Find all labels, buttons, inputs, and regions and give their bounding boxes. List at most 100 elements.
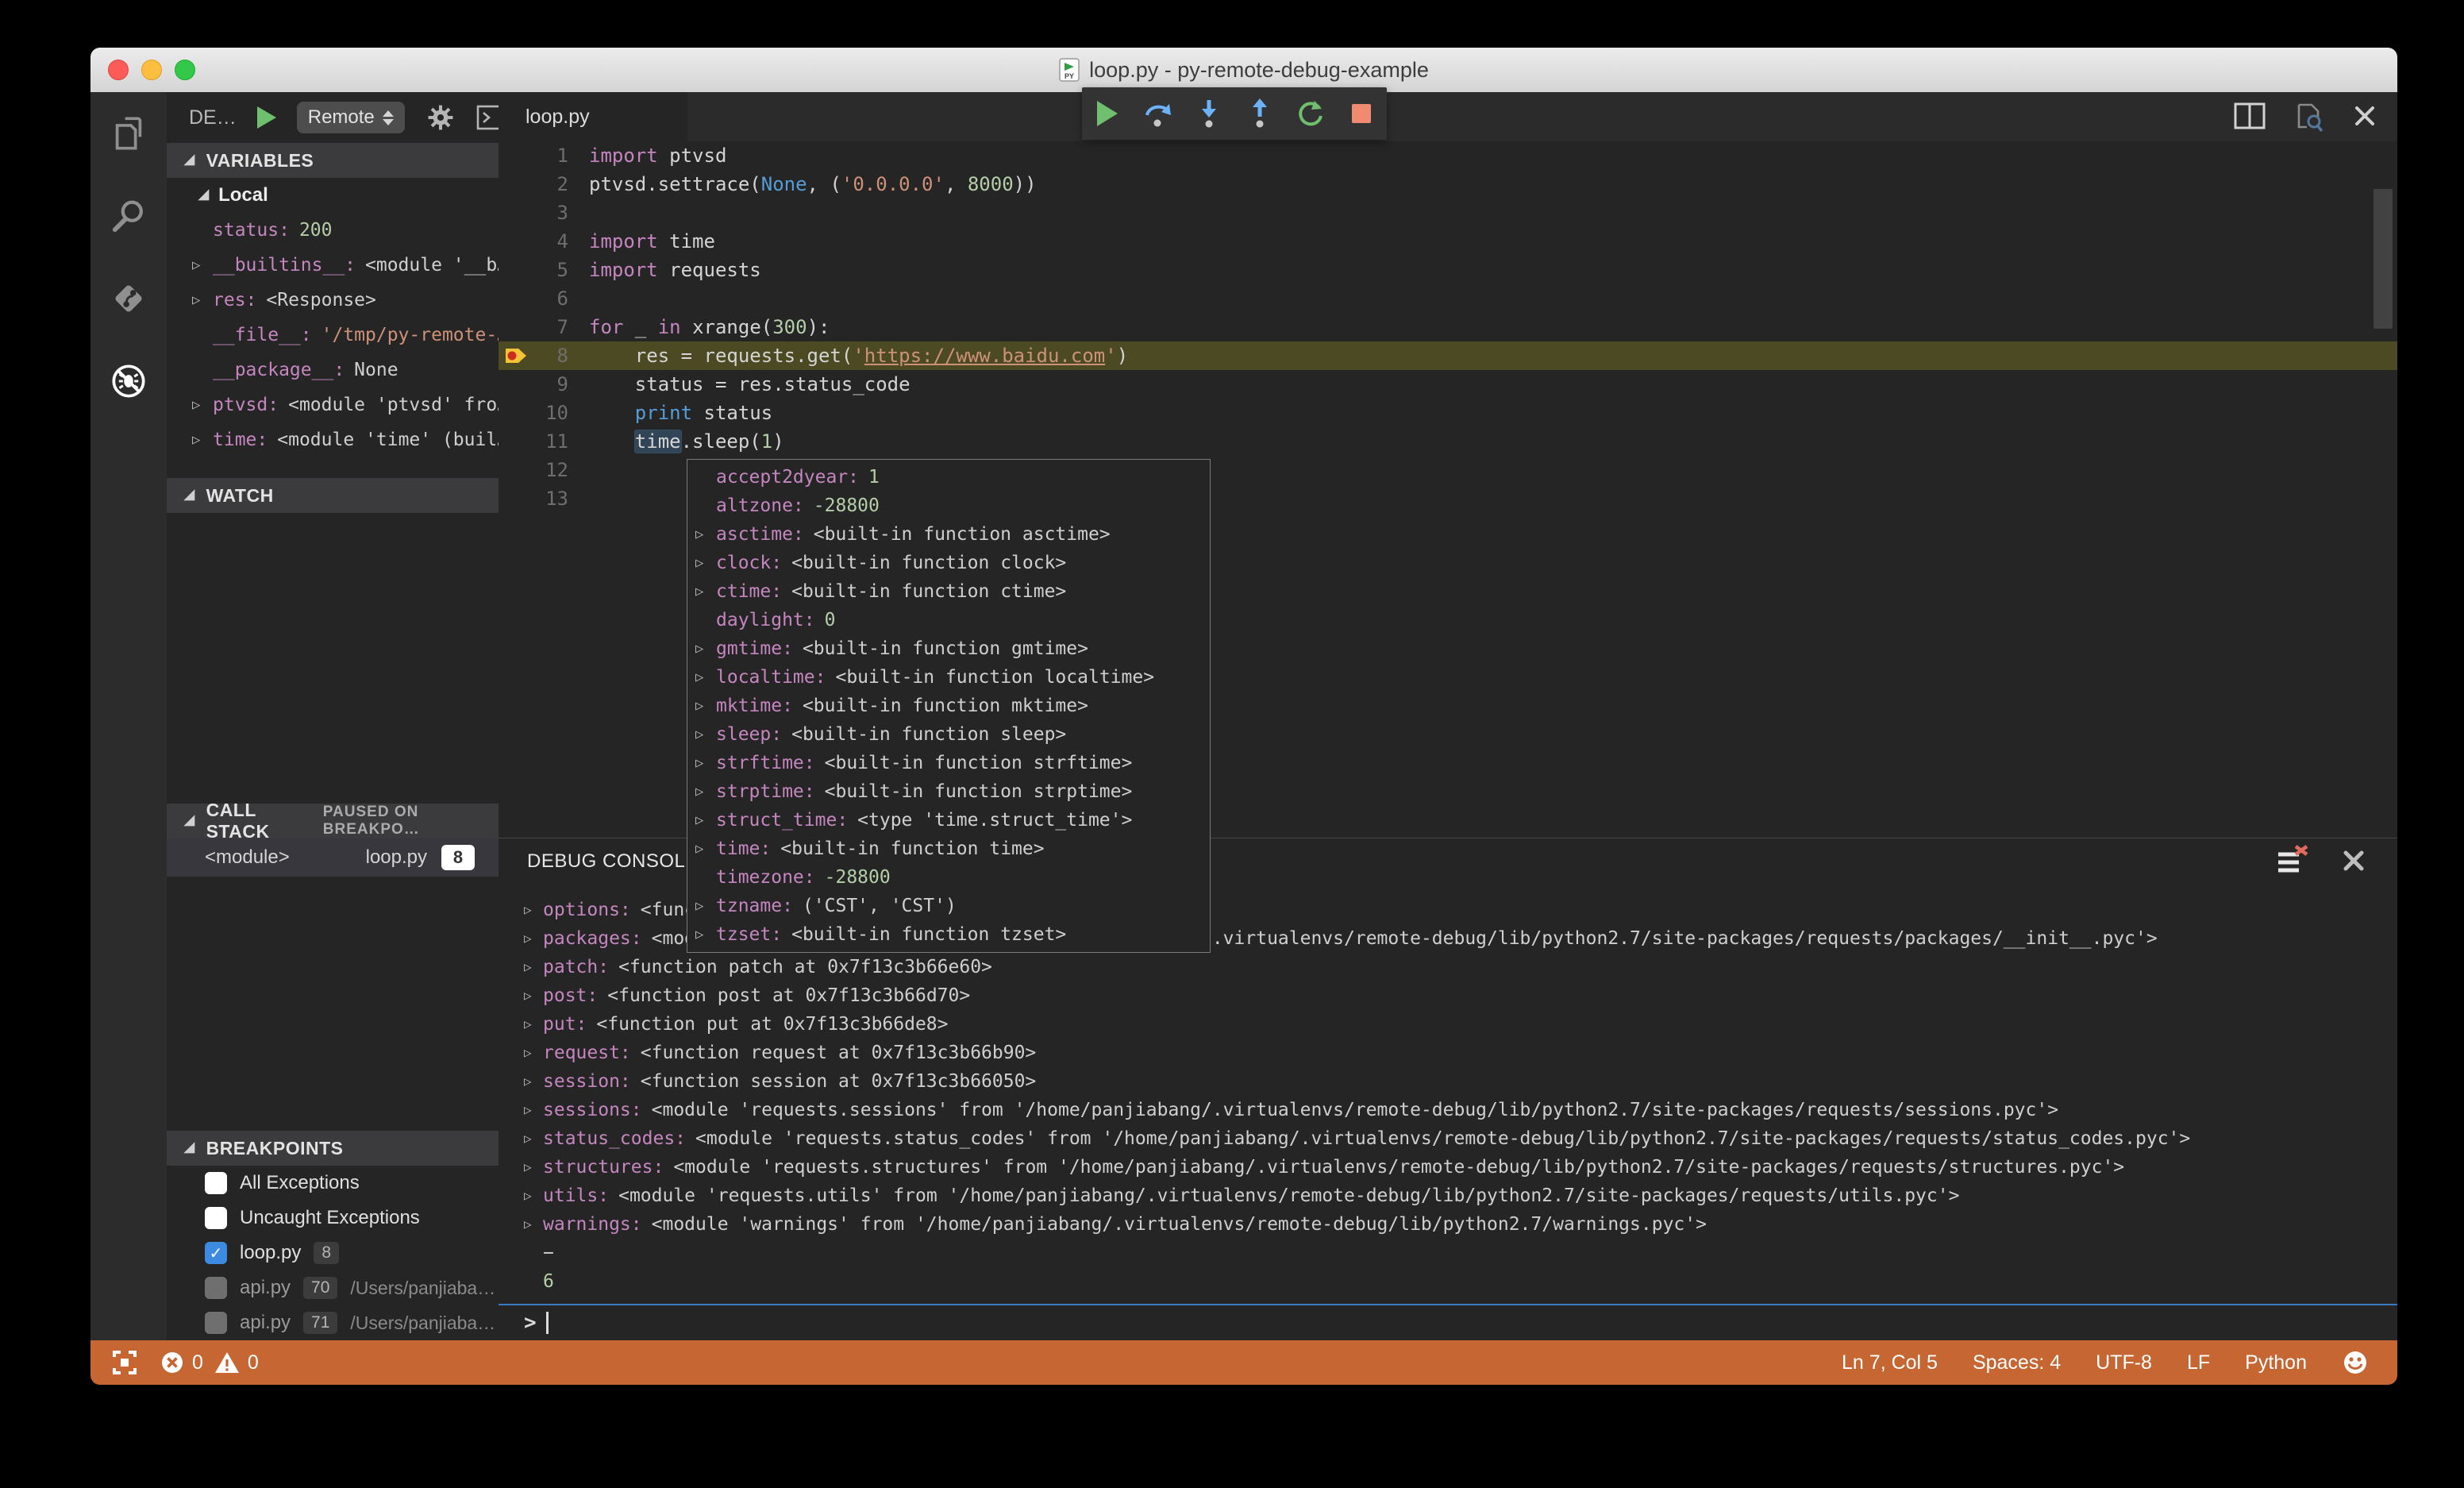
expand-twisty-icon[interactable]: ▷: [524, 924, 543, 953]
console-line[interactable]: ▷ status_codes: <module 'requests.status_c…: [499, 1124, 2397, 1153]
encoding[interactable]: UTF-8: [2096, 1351, 2152, 1374]
variable-row[interactable]: ▷ __builtins__: <module '__b…: [167, 248, 499, 283]
code-line-1[interactable]: 1 import ptvsd: [499, 141, 2397, 170]
expand-twisty-icon[interactable]: ▷: [695, 584, 716, 599]
console-line[interactable]: ▷ utils: <module 'requests.utils' from '/h…: [499, 1182, 2397, 1210]
tooltip-row[interactable]: ▷ tzname: ('CST', 'CST'): [687, 892, 1210, 920]
breakpoint-row[interactable]: All Exceptions: [167, 1166, 499, 1201]
breakpoint-row[interactable]: ✓ loop.py 8: [167, 1236, 499, 1270]
expand-twisty-icon[interactable]: ▷: [695, 669, 716, 685]
expand-twisty-icon[interactable]: ▷: [524, 1210, 543, 1239]
expand-twisty-icon[interactable]: ▷: [524, 1096, 543, 1124]
code-line-6[interactable]: 6: [499, 284, 2397, 313]
tooltip-row[interactable]: ▷accept2dyear:1: [687, 463, 1210, 492]
console-line[interactable]: ▷ patch: <function patch at 0x7f13c3b66e60…: [499, 953, 2397, 981]
variable-row[interactable]: ▷status:200: [167, 213, 499, 248]
code-line-11[interactable]: 11 time.sleep(1): [499, 427, 2397, 456]
tooltip-row[interactable]: ▷ strptime: <built-in function strptime>: [687, 777, 1210, 806]
indentation[interactable]: Spaces: 4: [1973, 1351, 2061, 1374]
warning-count[interactable]: 0: [214, 1351, 259, 1374]
variable-row[interactable]: ▷__package__:None: [167, 353, 499, 387]
expand-twisty-icon[interactable]: ▷: [524, 1182, 543, 1210]
tooltip-row[interactable]: ▷ asctime: <built-in function asctime>: [687, 520, 1210, 549]
breakpoint-row[interactable]: api.py 71/Users/panjiaba…: [167, 1305, 499, 1340]
cursor-position[interactable]: Ln 7, Col 5: [1842, 1351, 1938, 1374]
console-line[interactable]: ▷ warnings: <module 'warnings' from '/home…: [499, 1210, 2397, 1239]
expand-twisty-icon[interactable]: ▷: [695, 526, 716, 542]
expand-twisty-icon[interactable]: ▷: [524, 953, 543, 981]
start-debug-button[interactable]: [256, 106, 276, 129]
tooltip-row[interactable]: ▷ struct_time: <type 'time.struct_time'>: [687, 806, 1210, 835]
expand-twisty-icon[interactable]: ▷: [695, 841, 716, 857]
expand-twisty-icon[interactable]: ▷: [524, 1010, 543, 1039]
language-mode[interactable]: Python: [2245, 1351, 2307, 1374]
expand-twisty-icon[interactable]: ▷: [695, 555, 716, 571]
variable-row[interactable]: ▷ ptvsd: <module 'ptvsd' fro…: [167, 387, 499, 422]
tab-debug-console[interactable]: DEBUG CONSOLE: [527, 850, 699, 873]
continue-button[interactable]: [1090, 96, 1125, 131]
tooltip-row[interactable]: ▷ strftime: <built-in function strftime>: [687, 749, 1210, 777]
expand-twisty-icon[interactable]: ▷: [524, 1153, 543, 1182]
expand-twisty-icon[interactable]: ▷: [192, 432, 213, 448]
expand-twisty-icon[interactable]: ▷: [192, 292, 213, 308]
step-over-button[interactable]: [1141, 96, 1176, 131]
close-panel-icon[interactable]: [2342, 849, 2366, 873]
expand-twisty-icon[interactable]: ▷: [524, 896, 543, 924]
activity-debug[interactable]: [90, 340, 167, 422]
eol-sequence[interactable]: LF: [2187, 1351, 2210, 1374]
variable-row[interactable]: ▷ time: <module 'time' (buil…: [167, 422, 499, 457]
close-window-button[interactable]: [108, 60, 129, 80]
code-line-7[interactable]: 7 for _ in xrange(300):: [499, 313, 2397, 341]
configure-gear-icon[interactable]: [425, 102, 456, 133]
open-preview-icon[interactable]: [2293, 100, 2326, 132]
scope-local[interactable]: ◢ Local: [167, 178, 499, 213]
code-line-4[interactable]: 4 import time: [499, 227, 2397, 256]
tooltip-row[interactable]: ▷ mktime: <built-in function mktime>: [687, 692, 1210, 720]
tooltip-row[interactable]: ▷timezone:-28800: [687, 863, 1210, 892]
console-line[interactable]: ▷ request: <function request at 0x7f13c3b6…: [499, 1039, 2397, 1067]
tooltip-row[interactable]: ▷ gmtime: <built-in function gmtime>: [687, 634, 1210, 663]
console-line[interactable]: ▷ post: <function post at 0x7f13c3b66d70>: [499, 981, 2397, 1010]
code-line-9[interactable]: 9 status = res.status_code: [499, 370, 2397, 399]
code-line-2[interactable]: 2 ptvsd.settrace(None, ('0.0.0.0', 8000)): [499, 170, 2397, 199]
zoom-window-button[interactable]: [175, 60, 195, 80]
step-out-button[interactable]: [1242, 96, 1277, 131]
variable-row[interactable]: ▷__file__:'/tmp/py-remote-…: [167, 318, 499, 353]
tab-loop-py[interactable]: loop.py: [499, 92, 687, 141]
tooltip-row[interactable]: ▷altzone:-28800: [687, 492, 1210, 520]
expand-twisty-icon[interactable]: ▷: [524, 981, 543, 1010]
breakpoint-checkbox[interactable]: [205, 1207, 227, 1229]
error-count[interactable]: 0: [160, 1351, 203, 1374]
console-line[interactable]: ▷ session: <function session at 0x7f13c3b6…: [499, 1067, 2397, 1096]
expand-twisty-icon[interactable]: ▷: [192, 397, 213, 413]
tooltip-row[interactable]: ▷ tzset: <built-in function tzset>: [687, 920, 1210, 949]
console-input[interactable]: >: [499, 1304, 2397, 1340]
expand-twisty-icon[interactable]: ▷: [695, 755, 716, 771]
console-line[interactable]: ▷ structures: <module 'requests.structures…: [499, 1153, 2397, 1182]
split-editor-icon[interactable]: [2234, 102, 2266, 129]
tooltip-row[interactable]: ▷ clock: <built-in function clock>: [687, 549, 1210, 577]
expand-twisty-icon[interactable]: ▷: [695, 927, 716, 943]
expand-twisty-icon[interactable]: ▷: [695, 641, 716, 657]
remote-connection-icon[interactable]: [111, 1349, 138, 1376]
breakpoints-section-header[interactable]: ◢ BREAKPOINTS: [167, 1131, 499, 1166]
expand-twisty-icon[interactable]: ▷: [524, 1039, 543, 1067]
watch-section-header[interactable]: ◢ WATCH: [167, 478, 499, 513]
minimize-window-button[interactable]: [141, 60, 162, 80]
code-line-5[interactable]: 5 import requests: [499, 256, 2397, 284]
expand-twisty-icon[interactable]: ▷: [192, 257, 213, 273]
paused-breakpoint-arrow-icon[interactable]: [499, 341, 533, 370]
tooltip-row[interactable]: ▷ ctime: <built-in function ctime>: [687, 577, 1210, 606]
clear-console-icon[interactable]: [2275, 845, 2310, 877]
code-line-8[interactable]: 8 res = requests.get('https://www.baidu.…: [499, 341, 2397, 370]
debug-config-dropdown[interactable]: Remote: [296, 102, 405, 133]
breakpoint-checkbox[interactable]: [205, 1277, 227, 1299]
editor-scrollbar[interactable]: [2374, 189, 2393, 329]
stop-button[interactable]: [1344, 96, 1379, 131]
tooltip-row[interactable]: ▷daylight:0: [687, 606, 1210, 634]
code-line-10[interactable]: 10 print status: [499, 399, 2397, 427]
breakpoint-row[interactable]: api.py 70/Users/panjiaba…: [167, 1270, 499, 1305]
activity-explorer[interactable]: [90, 92, 167, 175]
activity-source-control[interactable]: [90, 257, 167, 340]
close-editor-icon[interactable]: [2353, 104, 2377, 128]
